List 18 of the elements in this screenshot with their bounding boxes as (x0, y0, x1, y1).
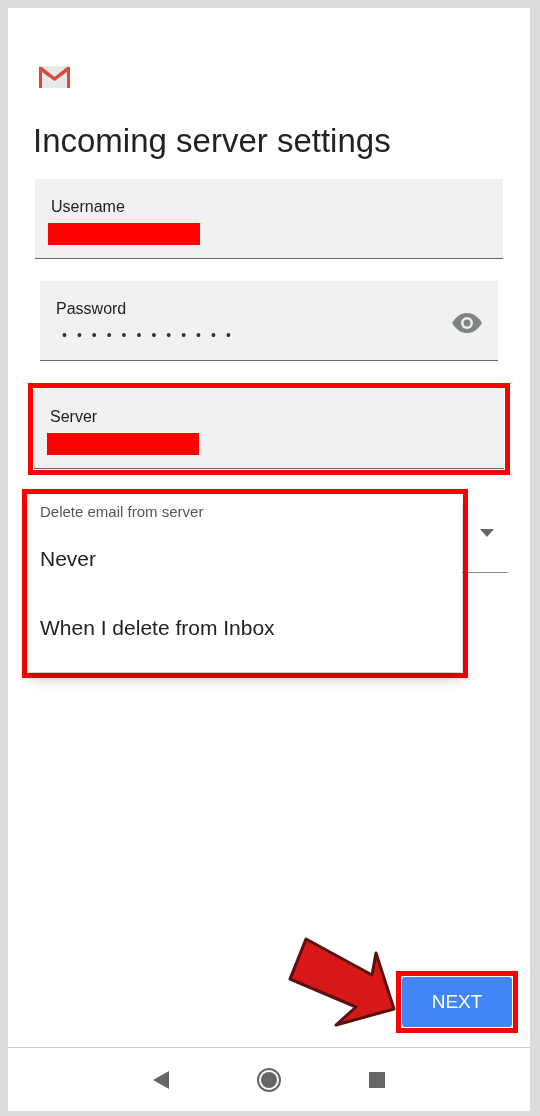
menu-option[interactable]: Never (28, 523, 462, 593)
mail-logo-icon (39, 66, 70, 88)
eye-icon[interactable] (452, 313, 482, 333)
text-field[interactable]: Server (34, 389, 504, 469)
text-field[interactable]: Username (35, 179, 503, 259)
dropdown-arrow-icon (480, 528, 494, 537)
field-label: Server (50, 407, 99, 427)
next-button[interactable]: NEXT (402, 977, 512, 1027)
home-icon[interactable] (257, 1067, 281, 1092)
recents-icon[interactable] (369, 1071, 385, 1088)
field-label: Password (56, 299, 128, 319)
field-label: Username (51, 197, 126, 217)
text-field[interactable]: Password •••••••••••• (40, 281, 498, 361)
password-dots: •••••••••••• (61, 326, 242, 345)
page-title: Incoming server settings (33, 124, 392, 157)
back-icon[interactable] (153, 1070, 169, 1089)
menu-option[interactable]: When I delete from Inbox (28, 592, 462, 662)
menu-title: Delete email from server (39, 502, 205, 522)
